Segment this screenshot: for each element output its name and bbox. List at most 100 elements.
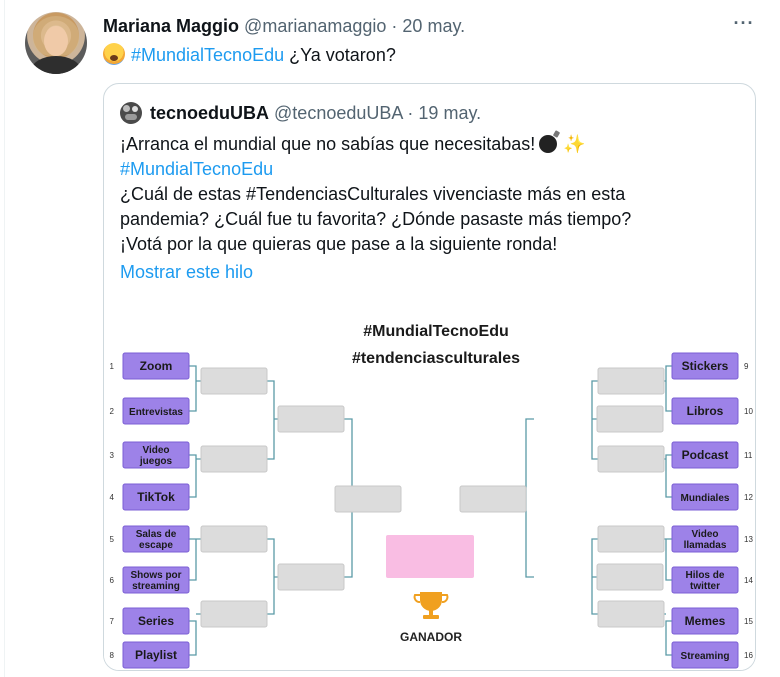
team-label: Playlist (135, 648, 177, 662)
team-label-line-1: Shows por (130, 570, 181, 581)
seed-number: 10 (744, 407, 753, 416)
author-handle[interactable]: @marianamaggio (244, 16, 386, 36)
seed-number: 14 (744, 576, 753, 585)
round1-slot-left-1 (200, 367, 268, 395)
bracket-team-right-1: Stickers 9 (671, 352, 749, 380)
quoted-avatar[interactable] (120, 102, 142, 124)
timeline-divider (4, 0, 5, 677)
quoted-text: ¡Arranca el mundial que no sabías que ne… (120, 132, 750, 257)
round1-slot-left-3 (200, 525, 268, 553)
seed-number: 2 (110, 407, 115, 416)
round2-slot-right-2 (596, 563, 664, 591)
team-label: Podcast (682, 448, 729, 462)
team-label-line-2: streaming (132, 581, 180, 592)
bracket-team-right-7: Memes 15 (671, 607, 753, 635)
author-name[interactable]: Mariana Maggio (103, 16, 239, 36)
bracket-team-right-2: Libros 10 (671, 397, 753, 425)
team-label-line-2: escape (139, 540, 173, 551)
team-label: Mundiales (681, 493, 730, 504)
quoted-header: tecnoeduUBA @tecnoeduUBA · 19 may. (150, 102, 481, 124)
bracket-diagram: #MundialTecnoEdu #tendenciasculturales Z… (110, 323, 753, 669)
tweet[interactable]: Mariana Maggio @marianamaggio · 20 may. … (0, 0, 780, 677)
round2-slot-left-2 (277, 563, 345, 591)
round2-slot-right-1 (596, 405, 664, 433)
team-label: TikTok (137, 490, 175, 504)
team-label: Streaming (681, 651, 730, 662)
team-label-line-1: Hilos de (686, 570, 725, 581)
quoted-tweet[interactable]: tecnoeduUBA @tecnoeduUBA · 19 may. ¡Arra… (103, 83, 756, 671)
seed-number: 5 (110, 535, 115, 544)
team-label: Entrevistas (129, 407, 183, 418)
bracket-team-right-5: Videollamadas 13 (671, 525, 753, 553)
round1-slot-left-4 (200, 600, 268, 628)
team-label: Series (138, 614, 174, 628)
bracket-team-left-5: Salas deescape 5 (110, 525, 190, 553)
bracket-team-right-4: Mundiales 12 (671, 483, 753, 511)
tweet-text-rest: ¿Ya votaron? (284, 45, 396, 65)
quoted-author-handle[interactable]: @tecnoeduUBA (274, 103, 402, 123)
bracket-team-left-6: Shows porstreaming 6 (110, 566, 190, 594)
tweet-header: Mariana Maggio @marianamaggio · 20 may. (103, 15, 465, 37)
separator-dot: · (391, 16, 398, 36)
seed-number: 11 (744, 451, 753, 460)
quoted-author-name[interactable]: tecnoeduUBA (150, 103, 269, 123)
quoted-line-5: ¡Votá por la que quieras que pase a la s… (120, 234, 558, 254)
quoted-line-3: ¿Cuál de estas #TendenciasCulturales viv… (120, 184, 626, 204)
show-thread-link[interactable]: Mostrar este hilo (120, 261, 253, 283)
team-label-line-1: Video (142, 445, 169, 456)
quoted-line-1: ¡Arranca el mundial que no sabías que ne… (120, 132, 750, 157)
team-label-line-2: twitter (690, 581, 720, 592)
avatar[interactable] (25, 12, 87, 74)
seed-number: 1 (110, 362, 115, 371)
hashtag-link[interactable]: #MundialTecnoEdu (131, 45, 284, 65)
seed-number: 9 (744, 362, 749, 371)
seed-number: 13 (744, 535, 753, 544)
seed-number: 3 (110, 451, 115, 460)
round1-slot-right-4 (597, 600, 665, 628)
quoted-line-1-text: ¡Arranca el mundial que no sabías que ne… (120, 134, 536, 154)
team-label-line-1: Salas de (136, 529, 177, 540)
bracket-title-1: #MundialTecnoEdu (363, 323, 508, 340)
round2-slot-left-1 (277, 405, 345, 433)
bracket-team-right-3: Podcast 11 (671, 441, 753, 469)
seed-number: 15 (744, 617, 753, 626)
seed-number: 16 (744, 651, 753, 660)
tweet-date[interactable]: 20 may. (402, 16, 465, 36)
quoted-line-4: pandemia? ¿Cuál fue tu favorita? ¿Dónde … (120, 209, 632, 229)
separator-dot: · (407, 103, 414, 123)
winner-slot (386, 535, 474, 578)
seed-number: 6 (110, 576, 115, 585)
team-label: Zoom (140, 359, 173, 373)
seed-number: 8 (110, 651, 115, 660)
semi-slot-right (459, 485, 527, 513)
round1-slot-right-2 (597, 445, 665, 473)
round1-slot-right-3 (597, 525, 665, 553)
tweet-text: #MundialTecnoEdu ¿Ya votaron? (103, 43, 396, 66)
sparkles-icon: ✨ (563, 134, 586, 154)
bracket-image[interactable]: #MundialTecnoEdu #tendenciasculturales Z… (104, 306, 755, 670)
team-label-line-1: Video (691, 529, 718, 540)
seed-number: 7 (110, 617, 115, 626)
bomb-icon (539, 135, 558, 153)
team-label: Memes (685, 614, 726, 628)
semi-slot-left (334, 485, 402, 513)
more-options-button[interactable]: ··· (733, 14, 755, 34)
bracket-team-left-1: Zoom 1 (110, 352, 190, 380)
quoted-hashtag[interactable]: #MundialTecnoEdu (120, 157, 750, 182)
team-label: Libros (687, 404, 724, 418)
bracket-team-left-8: Playlist 8 (110, 641, 190, 669)
seed-number: 4 (110, 493, 115, 502)
bracket-team-left-2: Entrevistas 2 (110, 397, 190, 425)
winner-label: GANADOR (400, 630, 462, 644)
bracket-team-left-3: Videojuegos 3 (110, 441, 190, 469)
bracket-team-left-4: TikTok 4 (110, 483, 190, 511)
bracket-title-2: #tendenciasculturales (352, 350, 520, 367)
fearful-face-icon (103, 43, 125, 65)
bracket-team-right-8: Streaming 16 (671, 641, 753, 669)
trophy-icon (413, 592, 449, 619)
seed-number: 12 (744, 493, 753, 502)
quoted-date[interactable]: 19 may. (418, 103, 481, 123)
team-label-line-2: juegos (139, 456, 173, 467)
team-label: Stickers (682, 359, 729, 373)
bracket-team-left-7: Series 7 (110, 607, 190, 635)
